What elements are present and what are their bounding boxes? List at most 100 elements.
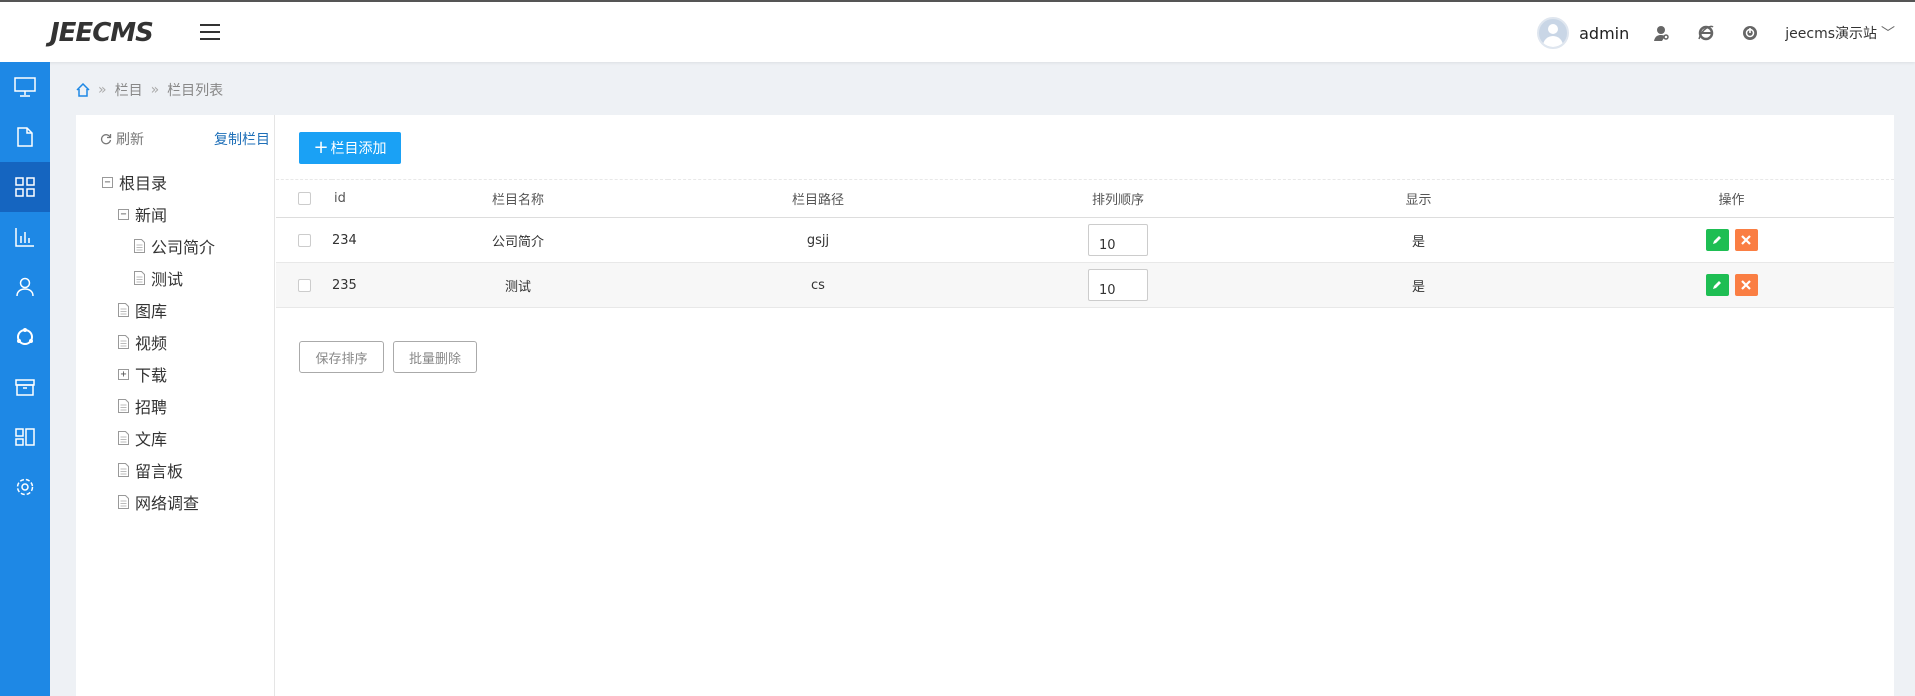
logo: JEECMS xyxy=(50,18,154,48)
sidebar xyxy=(0,62,50,696)
column-header-actions: 操作 xyxy=(1569,179,1894,218)
sidebar-item-channel[interactable] xyxy=(0,162,50,212)
tree-node-label: 公司简介 xyxy=(151,238,216,257)
user-key-icon[interactable] xyxy=(1653,24,1671,42)
row-checkbox[interactable] xyxy=(297,278,311,292)
tree-node-label: 新闻 xyxy=(135,206,168,225)
row-select-cell xyxy=(276,217,332,263)
tree-node[interactable]: 测试 xyxy=(134,266,183,290)
tree-node[interactable]: 文库 xyxy=(118,426,167,450)
user-area: admin jeecms演示站 ﹀ xyxy=(1537,16,1895,50)
column-header-name: 栏目名称 xyxy=(368,179,668,218)
cell-name: 公司简介 xyxy=(368,217,668,263)
content-panel: 刷新 复制栏目 − 根目录 − 新闻 公司简介 测试 图库 视频 + 下载 招聘 文库… xyxy=(76,115,1894,696)
pencil-icon xyxy=(1713,236,1721,244)
tree-node-label: 招聘 xyxy=(135,398,168,417)
table-row: 235 测试 cs 是 xyxy=(276,262,1894,308)
sidebar-item-box[interactable] xyxy=(0,362,50,412)
copy-channel-link[interactable]: 复制栏目 xyxy=(214,129,270,149)
tree-node-label: 图库 xyxy=(135,302,168,321)
breadcrumb-item-channel-list: 栏目列表 xyxy=(167,83,224,99)
close-icon xyxy=(1741,280,1751,290)
menu-icon[interactable] xyxy=(200,24,220,42)
edit-button[interactable] xyxy=(1705,229,1729,251)
file-icon xyxy=(118,303,129,317)
row-select-cell xyxy=(276,262,332,308)
save-order-button[interactable]: 保存排序 xyxy=(299,341,384,373)
gear-icon xyxy=(16,478,34,496)
sidebar-item-apps[interactable] xyxy=(0,412,50,462)
add-channel-label: 栏目添加 xyxy=(330,141,387,157)
breadcrumb-separator: » xyxy=(98,82,107,98)
cell-id: 235 xyxy=(332,262,368,308)
sidebar-item-content[interactable] xyxy=(0,112,50,162)
cell-id: 234 xyxy=(332,217,368,263)
delete-button[interactable] xyxy=(1734,274,1758,296)
avatar[interactable] xyxy=(1537,17,1570,49)
file-icon xyxy=(134,239,145,253)
sidebar-item-users[interactable] xyxy=(0,262,50,312)
breadcrumb-item-channel[interactable]: 栏目 xyxy=(115,80,143,100)
collapse-icon[interactable]: − xyxy=(102,176,113,188)
batch-delete-button[interactable]: 批量删除 xyxy=(393,341,477,373)
power-icon[interactable] xyxy=(1741,24,1759,42)
close-icon xyxy=(1741,235,1751,245)
sidebar-item-sync[interactable] xyxy=(0,312,50,362)
apps-icon xyxy=(15,428,35,446)
select-all-checkbox[interactable] xyxy=(297,192,311,205)
breadcrumb: » 栏目 » 栏目列表 xyxy=(76,80,223,100)
tree-node[interactable]: − 根目录 xyxy=(102,170,167,194)
order-input[interactable] xyxy=(1088,224,1148,256)
refresh-label: 刷新 xyxy=(116,132,144,148)
username[interactable]: admin xyxy=(1579,24,1629,43)
tree-node[interactable]: 图库 xyxy=(118,298,167,322)
table-row: 234 公司简介 gsjj 是 xyxy=(276,217,1894,263)
tree-node[interactable]: 视频 xyxy=(118,330,167,354)
site-selector[interactable]: jeecms演示站 ﹀ xyxy=(1785,23,1895,43)
cell-path: cs xyxy=(668,262,968,308)
tree-node[interactable]: − 新闻 xyxy=(118,202,167,226)
tree-node-label: 文库 xyxy=(135,430,168,449)
user-icon xyxy=(16,277,34,297)
add-channel-button[interactable]: + 栏目添加 xyxy=(299,132,401,164)
cell-order xyxy=(968,262,1268,308)
tree-node-label: 测试 xyxy=(151,270,184,289)
breadcrumb-separator: » xyxy=(150,82,160,98)
column-header-path: 栏目路径 xyxy=(668,179,968,218)
edit-button[interactable] xyxy=(1705,274,1729,296)
site-name: jeecms演示站 xyxy=(1785,26,1877,42)
collapse-icon[interactable]: − xyxy=(118,208,129,220)
tree-node-label: 留言板 xyxy=(135,462,184,481)
tree-node[interactable]: 留言板 xyxy=(118,458,183,482)
chevron-down-icon: ﹀ xyxy=(1881,26,1895,42)
pencil-icon xyxy=(1713,281,1721,289)
sidebar-item-stats[interactable] xyxy=(0,212,50,262)
tree-node[interactable]: 网络调查 xyxy=(118,490,199,514)
channel-tree: 刷新 复制栏目 − 根目录 − 新闻 公司简介 测试 图库 视频 + 下载 招聘 文库… xyxy=(76,115,275,696)
delete-button[interactable] xyxy=(1734,229,1758,251)
tree-node-label: 网络调查 xyxy=(135,494,200,513)
ie-icon[interactable] xyxy=(1697,24,1715,42)
order-input[interactable] xyxy=(1088,269,1148,301)
sidebar-item-settings[interactable] xyxy=(0,462,50,512)
cell-actions xyxy=(1569,217,1894,263)
refresh-button[interactable]: 刷新 xyxy=(100,129,144,149)
tree-node[interactable]: 招聘 xyxy=(118,394,167,418)
column-header-id[interactable]: id xyxy=(332,179,368,218)
cell-name: 测试 xyxy=(368,262,668,308)
tree-node[interactable]: 公司简介 xyxy=(134,234,215,258)
refresh-icon xyxy=(100,134,112,145)
table-header-row: id 栏目名称 栏目路径 排列顺序 显示 操作 xyxy=(276,179,1894,218)
row-checkbox[interactable] xyxy=(297,233,311,247)
expand-icon[interactable]: + xyxy=(118,368,129,380)
document-icon xyxy=(17,127,33,147)
tree-node-label: 视频 xyxy=(135,334,168,353)
file-icon xyxy=(118,399,129,413)
home-icon[interactable] xyxy=(76,83,90,97)
refresh-circle-icon xyxy=(17,328,33,345)
column-header-show: 显示 xyxy=(1268,179,1569,218)
sidebar-item-monitor[interactable] xyxy=(0,62,50,112)
tree-node[interactable]: + 下载 xyxy=(118,362,167,386)
box-icon xyxy=(15,379,35,396)
cell-show: 是 xyxy=(1268,217,1569,263)
